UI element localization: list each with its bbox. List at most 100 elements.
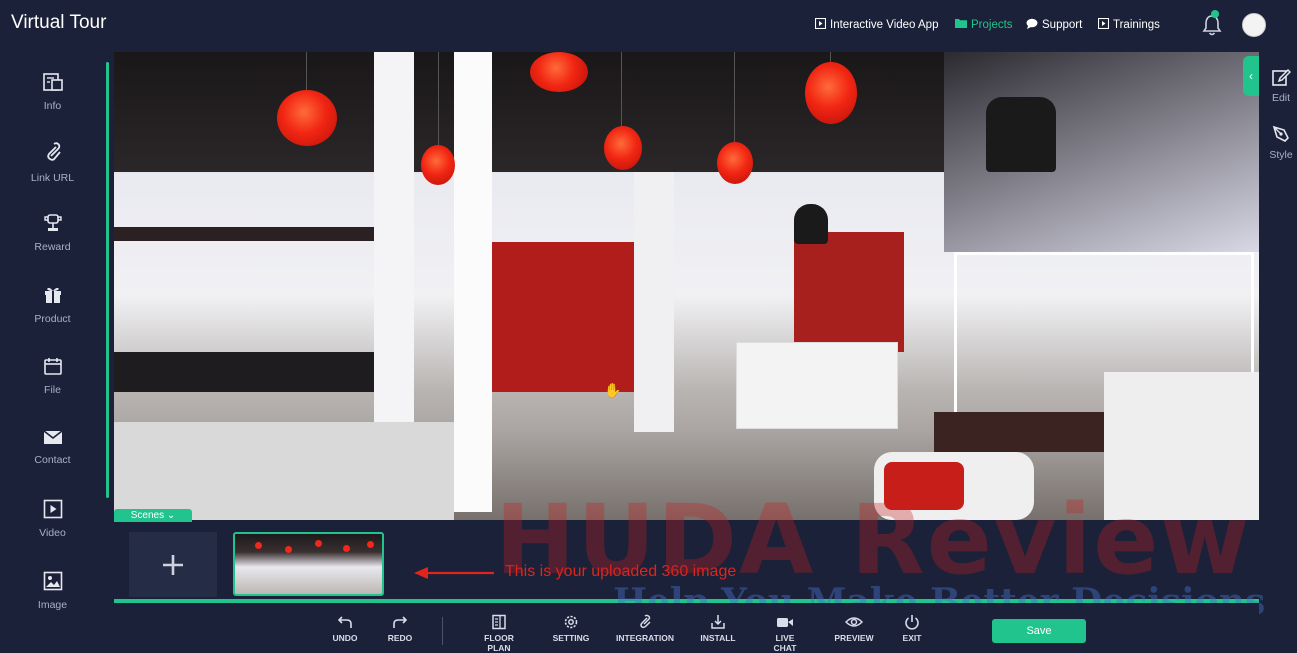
footer-label: FLOOR PLAN	[484, 633, 514, 653]
red-lamp	[530, 52, 588, 92]
paperclip-icon	[640, 614, 651, 629]
thumb-lamp	[367, 541, 374, 548]
scene-pillar	[634, 172, 674, 432]
nav-support[interactable]: Support	[1026, 18, 1082, 32]
tool-edit[interactable]: Edit	[1262, 67, 1297, 104]
tool-file[interactable]: File	[0, 356, 105, 396]
collapse-panel-button[interactable]: ‹	[1243, 56, 1259, 96]
annotation-arrow-icon	[414, 567, 494, 579]
red-lamp	[277, 90, 337, 146]
lamp-cord	[306, 52, 307, 92]
install-button[interactable]: INSTALL	[700, 614, 736, 643]
redo-button[interactable]: REDO	[385, 614, 415, 643]
left-toolbar-scrollbar[interactable]	[106, 62, 109, 498]
install-icon	[711, 615, 725, 629]
tool-label: Style	[1269, 149, 1293, 161]
nav-label: Support	[1042, 19, 1083, 31]
scene-red-wall	[794, 232, 904, 352]
scene-pillar	[454, 52, 492, 512]
chat-bubble-icon	[1026, 18, 1038, 32]
undo-button[interactable]: UNDO	[330, 614, 360, 643]
scene-pillar	[374, 52, 414, 432]
eye-icon	[845, 617, 863, 627]
footer-label: INSTALL	[700, 633, 736, 643]
tool-reward[interactable]: Reward	[0, 213, 105, 253]
thumb-lamp	[285, 546, 292, 553]
tool-label: Contact	[34, 454, 71, 466]
redo-icon	[393, 616, 408, 628]
video-camera-icon	[777, 618, 793, 627]
scene-thumbnail[interactable]	[233, 532, 384, 596]
tool-image[interactable]: Image	[0, 571, 105, 611]
setting-button[interactable]: SETTING	[551, 614, 591, 643]
gear-icon	[564, 615, 578, 629]
scene-shelf	[114, 227, 374, 241]
envelope-icon	[43, 430, 62, 444]
nav-label: Trainings	[1113, 19, 1160, 31]
tool-label: Edit	[1271, 92, 1291, 104]
black-lamp	[986, 97, 1056, 172]
tool-contact[interactable]: Contact	[0, 428, 105, 466]
live-chat-button[interactable]: LIVE CHAT	[763, 614, 807, 653]
red-lamp	[717, 142, 753, 184]
tool-label: File	[44, 384, 61, 396]
integration-button[interactable]: INTEGRATION	[616, 614, 674, 643]
scenes-toggle[interactable]: Scenes ⌄	[114, 509, 192, 522]
watermark-logo: HUDA Review	[495, 484, 1252, 596]
scene-red-wall	[492, 242, 642, 392]
preview-button[interactable]: PREVIEW	[834, 614, 874, 643]
footer-label: LIVE CHAT	[773, 633, 797, 653]
info-card-icon	[42, 73, 63, 91]
edit-icon	[1272, 68, 1291, 86]
pen-nib-icon	[1272, 125, 1289, 142]
tool-label: Video	[39, 527, 66, 539]
power-icon	[905, 615, 919, 630]
floor-plan-icon	[492, 614, 506, 630]
scene-shelf	[114, 352, 374, 392]
tool-link-url[interactable]: Link URL	[0, 142, 105, 184]
footer-divider	[442, 617, 443, 645]
thumb-lamp	[343, 545, 350, 552]
tool-product[interactable]: Product	[0, 285, 105, 325]
tool-label: Link URL	[30, 172, 75, 184]
footer-label: INTEGRATION	[616, 633, 674, 643]
exit-button[interactable]: EXIT	[898, 614, 926, 643]
app-title: Virtual Tour	[11, 12, 107, 33]
hand-cursor-icon: ✋	[604, 382, 622, 398]
footer-label: SETTING	[552, 633, 590, 643]
nav-trainings[interactable]: Trainings	[1097, 17, 1160, 32]
image-icon	[43, 571, 62, 591]
tool-video[interactable]: Video	[0, 499, 105, 539]
floor-plan-button[interactable]: FLOOR PLAN	[472, 614, 526, 653]
panorama-viewer[interactable]: ✋	[114, 52, 1259, 520]
avatar[interactable]	[1242, 13, 1266, 37]
thumb-lamp	[255, 542, 262, 549]
red-lamp	[604, 126, 642, 170]
gift-icon	[44, 287, 61, 303]
tool-label: Info	[43, 100, 62, 112]
play-square-icon	[1097, 17, 1110, 32]
chevron-down-icon: ⌄	[166, 510, 176, 521]
nav-label: Projects	[971, 18, 1013, 31]
nav-interactive-video-app[interactable]: Interactive Video App	[814, 17, 938, 32]
tool-style[interactable]: Style	[1262, 124, 1297, 161]
bottom-toolbar	[114, 603, 1259, 651]
tool-info[interactable]: Info	[0, 72, 105, 112]
folder-icon	[955, 18, 967, 31]
calendar-icon	[43, 358, 62, 375]
play-square-icon	[814, 17, 827, 32]
lamp-cord	[438, 52, 439, 147]
lamp-cord	[621, 52, 622, 127]
nav-projects[interactable]: Projects	[955, 18, 1013, 31]
footer-label: REDO	[387, 633, 413, 643]
add-scene-button[interactable]	[129, 532, 217, 597]
scenes-label: Scenes	[130, 510, 165, 521]
tool-label: Image	[37, 599, 68, 611]
reward-icon	[43, 214, 62, 231]
save-button[interactable]: Save	[992, 619, 1086, 643]
footer-label: PREVIEW	[834, 633, 874, 643]
plus-icon	[163, 554, 183, 575]
chevron-left-icon: ‹	[1249, 69, 1253, 83]
tool-label: Product	[34, 313, 71, 325]
red-lamp	[805, 62, 857, 124]
